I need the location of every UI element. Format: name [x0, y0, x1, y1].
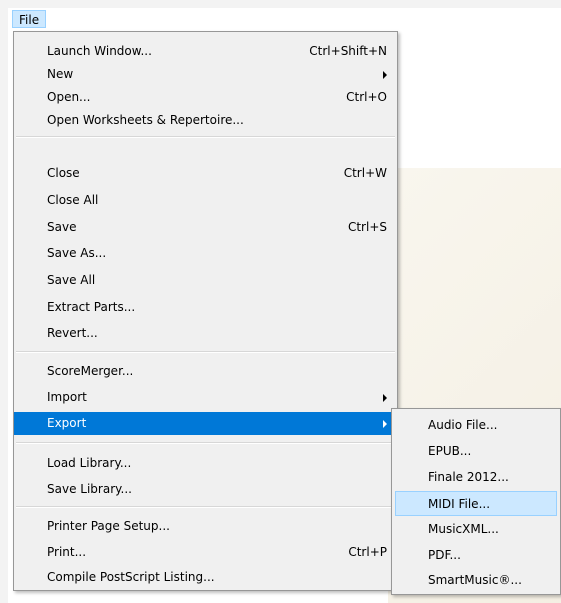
submenu-item-finale-2012[interactable]: Finale 2012... [392, 465, 560, 490]
menu-item-label: Compile PostScript Listing... [47, 570, 215, 584]
menu-item-label: Export [47, 416, 87, 430]
menu-item-close[interactable]: Close Ctrl+W [14, 162, 397, 185]
menu-item-label: Save [47, 220, 77, 234]
menu-item-label: Close All [47, 193, 99, 207]
submenu-item-label: MIDI File... [428, 497, 491, 511]
menu-item-save[interactable]: Save Ctrl+S [14, 216, 397, 239]
menu-item-new[interactable]: New [14, 63, 397, 86]
menu-item-label: Open... [47, 90, 91, 104]
menu-item-label: Revert... [47, 326, 98, 340]
menu-item-shortcut: Ctrl+S [347, 220, 387, 234]
submenu-item-musicxml[interactable]: MusicXML... [392, 517, 560, 542]
menu-separator [16, 351, 395, 353]
menu-item-save-as[interactable]: Save As... [14, 242, 397, 265]
menu-item-label: Launch Window... [47, 44, 152, 58]
submenu-item-smartmusic[interactable]: SmartMusic®... [392, 568, 560, 593]
menu-item-printer-page-setup[interactable]: Printer Page Setup... [14, 515, 397, 538]
menu-file[interactable]: File [12, 10, 47, 28]
menu-item-label: Save As... [47, 246, 107, 260]
menu-item-open-worksheets[interactable]: Open Worksheets & Repertoire... [14, 109, 397, 132]
menu-item-label: Import [47, 390, 87, 404]
submenu-item-epub[interactable]: EPUB... [392, 439, 560, 464]
menu-bar: File [8, 8, 561, 30]
export-submenu: Audio File... EPUB... Finale 2012... MID… [391, 408, 561, 595]
menu-item-import[interactable]: Import [14, 386, 397, 409]
menu-item-print[interactable]: Print... Ctrl+P [14, 541, 397, 564]
submenu-item-midi-file[interactable]: MIDI File... [395, 491, 557, 516]
submenu-item-label: Audio File... [428, 418, 498, 432]
menu-item-export[interactable]: Export [14, 412, 397, 435]
submenu-arrow-icon [383, 394, 387, 402]
menu-item-shortcut: Ctrl+Shift+N [309, 44, 387, 58]
menu-item-label: Open Worksheets & Repertoire... [47, 113, 244, 127]
submenu-item-label: Finale 2012... [428, 470, 509, 484]
menu-item-launch-window[interactable]: Launch Window... Ctrl+Shift+N [14, 40, 397, 63]
menu-item-save-all[interactable]: Save All [14, 269, 397, 292]
submenu-item-label: SmartMusic®... [428, 573, 522, 587]
menu-item-label: Load Library... [47, 456, 132, 470]
menu-item-shortcut: Ctrl+P [348, 545, 387, 559]
menu-separator [16, 442, 395, 444]
menu-item-scoremerger[interactable]: ScoreMerger... [14, 360, 397, 383]
menu-item-label: Save Library... [47, 482, 132, 496]
menu-item-label: ScoreMerger... [47, 364, 134, 378]
menu-item-label: Print... [47, 545, 87, 559]
menu-item-label: New [47, 67, 74, 81]
menu-item-shortcut: Ctrl+W [343, 166, 387, 180]
menu-item-load-library[interactable]: Load Library... [14, 452, 397, 475]
menu-item-open[interactable]: Open... Ctrl+O [14, 86, 397, 109]
file-menu: Launch Window... Ctrl+Shift+N New Open..… [13, 31, 398, 591]
menu-separator [16, 506, 395, 508]
submenu-item-label: EPUB... [428, 444, 472, 458]
submenu-arrow-icon [383, 420, 387, 428]
submenu-item-label: MusicXML... [428, 522, 499, 536]
menu-item-extract-parts[interactable]: Extract Parts... [14, 296, 397, 319]
menu-item-close-all[interactable]: Close All [14, 189, 397, 212]
menu-item-compile-postscript[interactable]: Compile PostScript Listing... [14, 566, 397, 589]
menu-item-label: Save All [47, 273, 96, 287]
submenu-item-audio-file[interactable]: Audio File... [392, 413, 560, 438]
submenu-arrow-icon [383, 71, 387, 79]
menu-item-label: Printer Page Setup... [47, 519, 170, 533]
menu-item-shortcut: Ctrl+O [346, 90, 387, 104]
submenu-item-pdf[interactable]: PDF... [392, 543, 560, 568]
menu-item-save-library[interactable]: Save Library... [14, 478, 397, 501]
menu-item-label: Extract Parts... [47, 300, 136, 314]
menu-item-revert[interactable]: Revert... [14, 322, 397, 345]
submenu-item-label: PDF... [428, 548, 461, 562]
menu-item-label: Close [47, 166, 80, 180]
menu-separator [16, 136, 395, 138]
